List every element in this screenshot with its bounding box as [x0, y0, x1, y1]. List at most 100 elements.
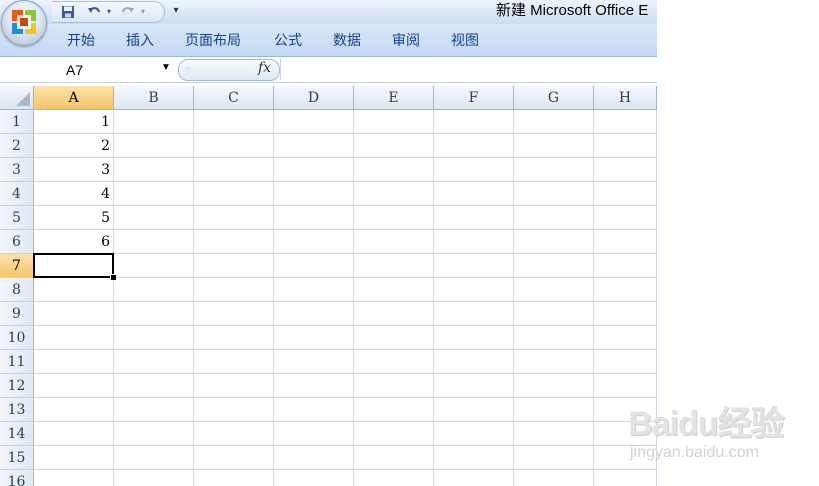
undo-button[interactable] — [84, 4, 104, 20]
cell-c11[interactable] — [194, 350, 274, 374]
cell-g2[interactable] — [514, 134, 594, 158]
cell-d16[interactable] — [274, 470, 354, 486]
cell-a9[interactable] — [34, 302, 114, 326]
cell-d10[interactable] — [274, 326, 354, 350]
cell-c16[interactable] — [194, 470, 274, 486]
cell-g8[interactable] — [514, 278, 594, 302]
cell-g16[interactable] — [514, 470, 594, 486]
cell-c9[interactable] — [194, 302, 274, 326]
cell-a11[interactable] — [34, 350, 114, 374]
cell-g6[interactable] — [514, 230, 594, 254]
cell-c1[interactable] — [194, 110, 274, 134]
cell-g13[interactable] — [514, 398, 594, 422]
column-header-a[interactable]: A — [34, 86, 114, 110]
save-button[interactable] — [60, 4, 76, 20]
tab-review[interactable]: 审阅 — [392, 32, 420, 48]
cell-a13[interactable] — [34, 398, 114, 422]
cell-b16[interactable] — [114, 470, 194, 486]
cell-h2[interactable] — [594, 134, 657, 158]
cell-g10[interactable] — [514, 326, 594, 350]
cell-e15[interactable] — [354, 446, 434, 470]
cell-a2[interactable]: 2 — [34, 134, 114, 158]
cell-e8[interactable] — [354, 278, 434, 302]
cell-h6[interactable] — [594, 230, 657, 254]
cell-b10[interactable] — [114, 326, 194, 350]
cell-e11[interactable] — [354, 350, 434, 374]
cell-g14[interactable] — [514, 422, 594, 446]
cell-f11[interactable] — [434, 350, 514, 374]
cell-c12[interactable] — [194, 374, 274, 398]
cell-e14[interactable] — [354, 422, 434, 446]
cell-f9[interactable] — [434, 302, 514, 326]
row-header-10[interactable]: 10 — [0, 326, 34, 350]
redo-button[interactable] — [118, 4, 138, 20]
row-header-4[interactable]: 4 — [0, 182, 34, 206]
tab-page-layout[interactable]: 页面布局 — [185, 32, 241, 48]
cell-a14[interactable] — [34, 422, 114, 446]
cell-g15[interactable] — [514, 446, 594, 470]
cell-a10[interactable] — [34, 326, 114, 350]
tab-home[interactable]: 开始 — [67, 32, 95, 48]
column-header-e[interactable]: E — [354, 86, 434, 110]
select-all-button[interactable] — [0, 86, 34, 110]
column-header-f[interactable]: F — [434, 86, 514, 110]
column-header-b[interactable]: B — [114, 86, 194, 110]
cell-h11[interactable] — [594, 350, 657, 374]
redo-dropdown-icon[interactable]: ▾ — [138, 4, 148, 20]
cell-a4[interactable]: 4 — [34, 182, 114, 206]
row-header-7[interactable]: 7 — [0, 254, 34, 278]
cell-h5[interactable] — [594, 206, 657, 230]
cell-e1[interactable] — [354, 110, 434, 134]
cell-d11[interactable] — [274, 350, 354, 374]
cell-f4[interactable] — [434, 182, 514, 206]
cell-e5[interactable] — [354, 206, 434, 230]
row-header-15[interactable]: 15 — [0, 446, 34, 470]
cell-h12[interactable] — [594, 374, 657, 398]
row-header-13[interactable]: 13 — [0, 398, 34, 422]
cell-e4[interactable] — [354, 182, 434, 206]
cell-f8[interactable] — [434, 278, 514, 302]
cell-d15[interactable] — [274, 446, 354, 470]
cell-b13[interactable] — [114, 398, 194, 422]
cell-f5[interactable] — [434, 206, 514, 230]
cell-b8[interactable] — [114, 278, 194, 302]
cell-e3[interactable] — [354, 158, 434, 182]
row-header-8[interactable]: 8 — [0, 278, 34, 302]
cell-b3[interactable] — [114, 158, 194, 182]
row-header-11[interactable]: 11 — [0, 350, 34, 374]
cell-d8[interactable] — [274, 278, 354, 302]
row-header-3[interactable]: 3 — [0, 158, 34, 182]
cell-e12[interactable] — [354, 374, 434, 398]
cell-e7[interactable] — [354, 254, 434, 278]
cell-c10[interactable] — [194, 326, 274, 350]
cell-f15[interactable] — [434, 446, 514, 470]
cell-d3[interactable] — [274, 158, 354, 182]
cell-f16[interactable] — [434, 470, 514, 486]
worksheet-grid[interactable]: ABCDEFGH 1 2 3 4 5 6 7 8 9 10 11 12 13 14 15 16 123456 — [0, 86, 657, 486]
cell-g9[interactable] — [514, 302, 594, 326]
cell-d6[interactable] — [274, 230, 354, 254]
cell-g1[interactable] — [514, 110, 594, 134]
cell-e13[interactable] — [354, 398, 434, 422]
cell-c6[interactable] — [194, 230, 274, 254]
formula-input[interactable] — [280, 58, 657, 80]
cell-a12[interactable] — [34, 374, 114, 398]
cell-b9[interactable] — [114, 302, 194, 326]
cell-b4[interactable] — [114, 182, 194, 206]
cell-b14[interactable] — [114, 422, 194, 446]
undo-dropdown-icon[interactable]: ▾ — [104, 4, 114, 20]
cell-d12[interactable] — [274, 374, 354, 398]
cell-e16[interactable] — [354, 470, 434, 486]
cell-f7[interactable] — [434, 254, 514, 278]
cell-a1[interactable]: 1 — [34, 110, 114, 134]
cell-h4[interactable] — [594, 182, 657, 206]
cell-c13[interactable] — [194, 398, 274, 422]
cell-c4[interactable] — [194, 182, 274, 206]
cell-g7[interactable] — [514, 254, 594, 278]
fill-handle[interactable] — [110, 274, 117, 281]
row-header-12[interactable]: 12 — [0, 374, 34, 398]
cell-c8[interactable] — [194, 278, 274, 302]
column-header-g[interactable]: G — [514, 86, 594, 110]
cell-d7[interactable] — [274, 254, 354, 278]
cell-a8[interactable] — [34, 278, 114, 302]
